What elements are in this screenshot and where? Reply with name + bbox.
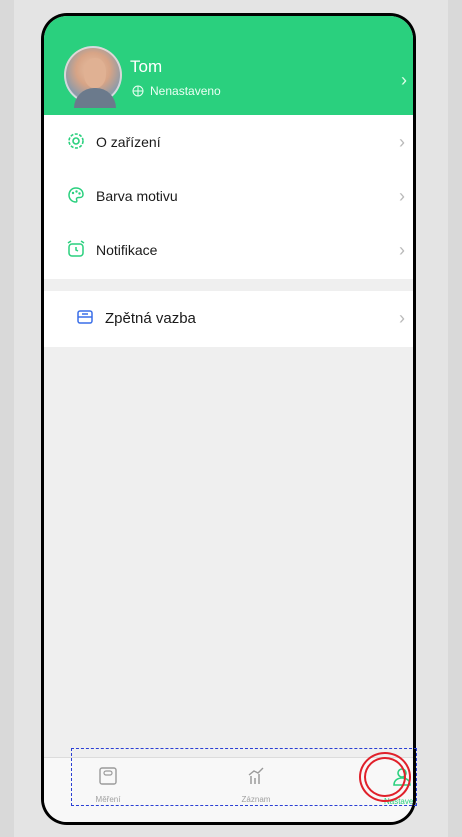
bottom-tab-bar: Měření Záznam Nastavení	[44, 757, 413, 822]
chevron-right-icon: ›	[399, 131, 405, 152]
user-name: Tom	[130, 57, 163, 76]
menu-item-notifications[interactable]: Notifikace ›	[44, 223, 413, 277]
profile-header[interactable]: Tom Nenastaveno ›	[44, 16, 413, 115]
menu-item-about-device[interactable]: O zařízení ›	[44, 115, 413, 169]
menu-item-label: Notifikace	[96, 242, 158, 258]
feedback-menu: Zpětná vazba ›	[44, 291, 413, 347]
chevron-right-icon: ›	[401, 70, 407, 90]
globe-icon	[132, 85, 144, 97]
chevron-right-icon: ›	[399, 185, 405, 206]
alarm-clock-icon	[67, 240, 85, 257]
palette-icon	[68, 187, 84, 203]
tab-record[interactable]: Záznam	[216, 766, 296, 804]
menu-item-theme-color[interactable]: Barva motivu ›	[44, 169, 413, 223]
gear-icon	[68, 133, 84, 149]
menu-item-label: Barva motivu	[96, 188, 178, 204]
tab-label: Měření	[95, 795, 121, 804]
right-margin-strip	[448, 0, 462, 837]
tab-label: Nastavení	[383, 797, 413, 806]
menu-item-label: O zařízení	[96, 134, 161, 150]
settings-menu: O zařízení › Barva motivu › Notifikace ›	[44, 115, 413, 279]
scale-icon	[99, 767, 117, 785]
app-screen: Tom Nenastaveno › O zařízení › Barva mot…	[44, 16, 413, 822]
tab-label: Záznam	[241, 795, 271, 804]
left-margin-strip	[0, 0, 14, 837]
tab-measure[interactable]: Měření	[68, 766, 148, 804]
menu-item-label: Zpětná vazba	[105, 309, 196, 327]
phone-frame: Tom Nenastaveno › O zařízení › Barva mot…	[41, 13, 416, 825]
location-text: Nenastaveno	[150, 84, 221, 98]
chart-icon	[248, 767, 264, 784]
avatar[interactable]	[64, 46, 122, 108]
feedback-icon	[77, 310, 93, 324]
chevron-right-icon: ›	[399, 307, 405, 328]
person-icon	[393, 768, 411, 786]
menu-item-feedback[interactable]: Zpětná vazba ›	[44, 291, 413, 345]
location-row: Nenastaveno	[132, 84, 221, 98]
chevron-right-icon: ›	[399, 239, 405, 260]
tab-settings[interactable]: Nastavení	[362, 766, 413, 806]
